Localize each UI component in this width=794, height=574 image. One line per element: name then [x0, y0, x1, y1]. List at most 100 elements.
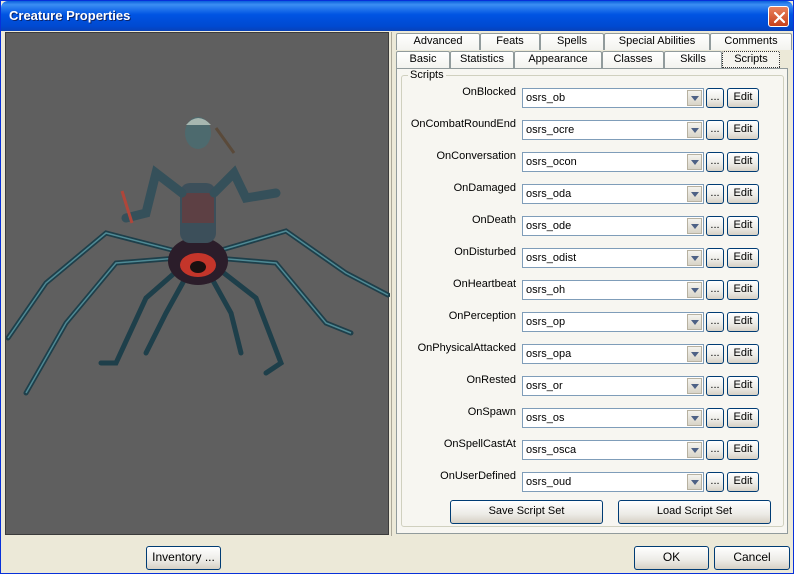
tab-basic[interactable]: Basic [396, 51, 450, 68]
chevron-down-icon [691, 480, 699, 485]
dropdown-arrow-button[interactable] [687, 314, 702, 330]
browse-button[interactable]: ... [706, 376, 724, 396]
save-script-set-button[interactable]: Save Script Set [450, 500, 603, 524]
browse-button[interactable]: ... [706, 216, 724, 236]
tab-spells[interactable]: Spells [540, 33, 604, 50]
tab-scripts[interactable]: Scripts [722, 51, 780, 68]
dropdown-arrow-button[interactable] [687, 186, 702, 202]
dropdown-arrow-button[interactable] [687, 122, 702, 138]
script-combobox[interactable]: osrs_odist [522, 248, 704, 268]
edit-button[interactable]: Edit [727, 88, 759, 108]
tab-special-abilities[interactable]: Special Abilities [604, 33, 710, 50]
chevron-down-icon [691, 352, 699, 357]
chevron-down-icon [691, 320, 699, 325]
script-row-onperception: OnPerception osrs_op... Edit [402, 308, 785, 332]
chevron-down-icon [691, 288, 699, 293]
edit-button[interactable]: Edit [727, 312, 759, 332]
script-row-onheartbeat: OnHeartbeat osrs_oh... Edit [402, 276, 785, 300]
properties-panel: Advanced Feats Spells Special Abilities … [391, 32, 792, 536]
browse-button[interactable]: ... [706, 248, 724, 268]
browse-button[interactable]: ... [706, 280, 724, 300]
browse-button[interactable]: ... [706, 152, 724, 172]
script-value: osrs_oh [526, 284, 566, 296]
edit-button[interactable]: Edit [727, 120, 759, 140]
tab-advanced[interactable]: Advanced [396, 33, 480, 50]
browse-button[interactable]: ... [706, 440, 724, 460]
dropdown-arrow-button[interactable] [687, 250, 702, 266]
script-combobox[interactable]: osrs_opa [522, 344, 704, 364]
browse-button[interactable]: ... [706, 344, 724, 364]
chevron-down-icon [691, 448, 699, 453]
script-combobox[interactable]: osrs_ob [522, 88, 704, 108]
edit-button[interactable]: Edit [727, 280, 759, 300]
tab-appearance[interactable]: Appearance [514, 51, 602, 68]
edit-button[interactable]: Edit [727, 184, 759, 204]
chevron-down-icon [691, 224, 699, 229]
edit-button[interactable]: Edit [727, 408, 759, 428]
dropdown-arrow-button[interactable] [687, 282, 702, 298]
tab-comments[interactable]: Comments [710, 33, 792, 50]
edit-button[interactable]: Edit [727, 152, 759, 172]
load-script-set-button[interactable]: Load Script Set [618, 500, 771, 524]
tab-feats[interactable]: Feats [480, 33, 540, 50]
browse-button[interactable]: ... [706, 88, 724, 108]
creature-properties-window: Creature Properties Advanced Feats Spell… [0, 0, 794, 574]
script-row-onphysicalattacked: OnPhysicalAttacked osrs_opa... Edit [402, 340, 785, 364]
script-combobox[interactable]: osrs_op [522, 312, 704, 332]
browse-button[interactable]: ... [706, 312, 724, 332]
script-row-onconversation: OnConversation osrs_ocon... Edit [402, 148, 785, 172]
close-button[interactable] [768, 6, 789, 27]
script-row-oncombatroundend: OnCombatRoundEnd osrs_ocre... Edit [402, 116, 785, 140]
dropdown-arrow-button[interactable] [687, 410, 702, 426]
script-value: osrs_ode [526, 220, 572, 232]
browse-button[interactable]: ... [706, 472, 724, 492]
dropdown-arrow-button[interactable] [687, 218, 702, 234]
edit-button[interactable]: Edit [727, 472, 759, 492]
chevron-down-icon [691, 96, 699, 101]
script-combobox[interactable]: osrs_oh [522, 280, 704, 300]
tab-classes[interactable]: Classes [602, 51, 664, 68]
script-combobox[interactable]: osrs_ocon [522, 152, 704, 172]
script-row-onspawn: OnSpawn osrs_os... Edit [402, 404, 785, 428]
browse-button[interactable]: ... [706, 184, 724, 204]
edit-button[interactable]: Edit [727, 440, 759, 460]
script-row-ondeath: OnDeath osrs_ode... Edit [402, 212, 785, 236]
script-combobox[interactable]: osrs_ode [522, 216, 704, 236]
dropdown-arrow-button[interactable] [687, 442, 702, 458]
chevron-down-icon [691, 256, 699, 261]
script-row-ondisturbed: OnDisturbed osrs_odist... Edit [402, 244, 785, 268]
script-combobox[interactable]: osrs_osca [522, 440, 704, 460]
event-label: OnDamaged [453, 182, 516, 194]
dropdown-arrow-button[interactable] [687, 346, 702, 362]
creature-preview-viewport[interactable] [5, 32, 391, 535]
dropdown-arrow-button[interactable] [687, 154, 702, 170]
script-combobox[interactable]: osrs_ocre [522, 120, 704, 140]
script-combobox[interactable]: osrs_oud [522, 472, 704, 492]
script-row-onrested: OnRested osrs_or... Edit [402, 372, 785, 396]
script-value: osrs_ob [526, 92, 566, 104]
dropdown-arrow-button[interactable] [687, 474, 702, 490]
script-combobox[interactable]: osrs_or [522, 376, 704, 396]
edit-button[interactable]: Edit [727, 344, 759, 364]
script-combobox[interactable]: osrs_os [522, 408, 704, 428]
tab-statistics[interactable]: Statistics [450, 51, 514, 68]
chevron-down-icon [691, 128, 699, 133]
browse-button[interactable]: ... [706, 408, 724, 428]
browse-button[interactable]: ... [706, 120, 724, 140]
dropdown-arrow-button[interactable] [687, 378, 702, 394]
title-bar[interactable]: Creature Properties [1, 1, 793, 31]
ok-button[interactable]: OK [634, 546, 709, 570]
tab-row-bottom: Basic Statistics Appearance Classes Skil… [396, 51, 780, 69]
event-label: OnSpellCastAt [443, 438, 516, 450]
inventory-button[interactable]: Inventory ... [146, 546, 221, 570]
tab-skills[interactable]: Skills [664, 51, 722, 68]
dropdown-arrow-button[interactable] [687, 90, 702, 106]
script-row-onspellcastat: OnSpellCastAt osrs_osca... Edit [402, 436, 785, 460]
scripts-groupbox: Scripts OnBlocked osrs_ob... Edit OnCombatR… [401, 69, 785, 527]
edit-button[interactable]: Edit [727, 376, 759, 396]
event-label: OnConversation [436, 150, 517, 162]
edit-button[interactable]: Edit [727, 216, 759, 236]
edit-button[interactable]: Edit [727, 248, 759, 268]
script-combobox[interactable]: osrs_oda [522, 184, 704, 204]
cancel-button[interactable]: Cancel [714, 546, 790, 570]
